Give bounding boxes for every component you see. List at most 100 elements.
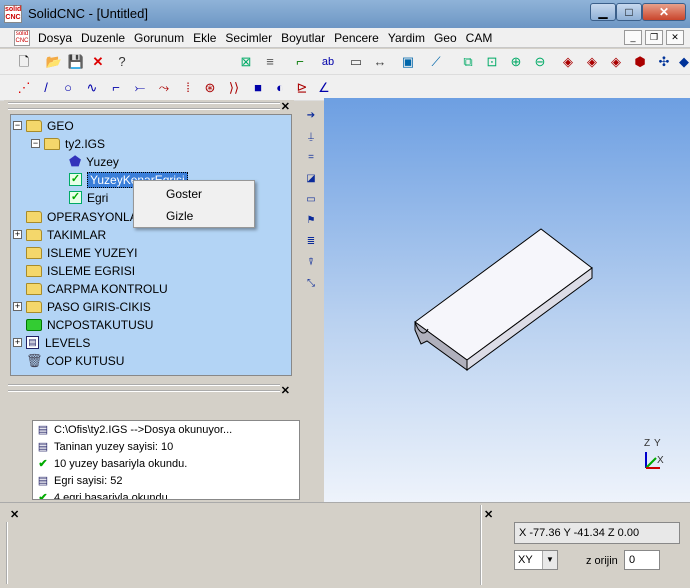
close-icon[interactable]: ✕ xyxy=(10,508,19,521)
panel-grip[interactable] xyxy=(8,384,280,392)
checkbox-icon[interactable]: ✓ xyxy=(69,173,82,186)
layers-icon[interactable]: ≡ xyxy=(260,52,280,72)
menu-pencere[interactable]: Pencere xyxy=(332,31,386,45)
flag-icon[interactable]: ⚑ xyxy=(300,210,322,231)
pocket-icon[interactable]: ◪ xyxy=(300,168,322,189)
mdi-restore-button[interactable]: ❐ xyxy=(645,30,663,45)
geometry-tree: − GEO − ty2.IGS ⬟ Yuzey ✓ YuzeyKenarEgri… xyxy=(10,114,292,376)
view-top-icon[interactable]: ◈ xyxy=(582,52,602,72)
tree-node-ncposta[interactable]: NCPOSTAKUTUSU xyxy=(26,316,153,333)
spline-icon[interactable]: ∿ xyxy=(82,78,102,98)
log-text: Taninan yuzey sayisi: 10 xyxy=(54,440,174,453)
tree-node-isleme-yuzeyi[interactable]: ISLEME YUZEYI xyxy=(26,244,137,261)
mdi-minimize-button[interactable]: _ xyxy=(624,30,642,45)
zoom-fit-icon[interactable]: ⧉ xyxy=(458,52,478,72)
view-front-icon[interactable]: ◈ xyxy=(558,52,578,72)
help-icon[interactable]: ? xyxy=(112,52,132,72)
zoom-out-icon[interactable]: ⊖ xyxy=(530,52,550,72)
view-side-icon[interactable]: ◈ xyxy=(606,52,626,72)
tree-node-levels[interactable]: + ▤ LEVELS xyxy=(13,334,90,351)
tree-node-geo[interactable]: − GEO xyxy=(13,117,74,134)
collapse-icon[interactable]: − xyxy=(31,139,40,148)
menu-duzenle[interactable]: Duzenle xyxy=(79,31,132,45)
folder-icon xyxy=(44,137,60,150)
image-icon[interactable]: ▣ xyxy=(398,52,418,72)
lines-icon[interactable]: ≣ xyxy=(300,231,322,252)
expand-icon[interactable]: + xyxy=(13,230,22,239)
menu-geo[interactable]: Geo xyxy=(432,31,464,45)
panel-grip[interactable] xyxy=(8,102,280,110)
circle-icon[interactable]: ○ xyxy=(58,78,78,98)
rotate-icon[interactable]: ⊛ xyxy=(200,78,220,98)
menu-cam[interactable]: CAM xyxy=(464,31,500,45)
context-menu-show[interactable]: Goster xyxy=(166,187,202,201)
checkbox-icon[interactable]: ✓ xyxy=(69,191,82,204)
view-iso-icon[interactable]: ⬢ xyxy=(630,52,650,72)
text-icon[interactable]: ab xyxy=(318,52,338,72)
collapse-icon[interactable]: − xyxy=(13,121,22,130)
3d-viewport[interactable] xyxy=(324,98,690,502)
save-icon[interactable]: 💾 xyxy=(66,52,86,72)
solid-icon[interactable]: ■ xyxy=(248,78,268,98)
layers-icon: ▤ xyxy=(26,336,39,349)
expand-icon[interactable]: + xyxy=(13,302,22,311)
line-icon[interactable]: / xyxy=(36,78,56,98)
break-icon[interactable]: ⁞ xyxy=(178,78,198,98)
close-icon[interactable]: ✕ xyxy=(281,384,290,397)
menu-ekle[interactable]: Ekle xyxy=(191,31,223,45)
fillet-icon[interactable]: ⌐ xyxy=(106,78,126,98)
equals-icon[interactable]: = xyxy=(300,147,322,168)
tree-node-paso[interactable]: + PASO GIRIS-CIKIS xyxy=(13,298,151,315)
tree-node-cop[interactable]: 🗑 COP KUTUSU xyxy=(26,352,124,369)
zoom-in-icon[interactable]: ⊕ xyxy=(506,52,526,72)
zoom-extents-icon[interactable]: ✣ xyxy=(654,52,674,72)
axis-icon[interactable]: ⌐ xyxy=(290,52,310,72)
tree-label: Yuzey xyxy=(86,154,119,169)
chevron-down-icon[interactable]: ▼ xyxy=(542,551,557,569)
context-menu-hide[interactable]: Gizle xyxy=(166,209,193,223)
drill-icon[interactable]: ⍊ xyxy=(300,126,322,147)
tree-node-carpma[interactable]: CARPMA KONTROLU xyxy=(26,280,168,297)
link-icon[interactable]: ⟋ xyxy=(426,52,446,72)
delete-icon[interactable]: ✕ xyxy=(88,52,108,72)
tree-node-file[interactable]: − ty2.IGS xyxy=(31,135,105,152)
open-folder-icon[interactable]: 📂 xyxy=(44,52,64,72)
zoom-window-icon[interactable]: ⊡ xyxy=(482,52,502,72)
close-icon[interactable]: ✕ xyxy=(484,508,493,521)
maximize-button[interactable]: □ xyxy=(616,3,642,21)
menu-boyutlar[interactable]: Boyutlar xyxy=(279,31,332,45)
menu-secimler[interactable]: Secimler xyxy=(223,31,279,45)
arrow-right-icon[interactable]: ➔ xyxy=(300,105,322,126)
select-window-icon[interactable]: ⊠ xyxy=(236,52,256,72)
tree-node-egri[interactable]: ✓ Egri xyxy=(69,189,108,206)
chamfer-icon[interactable]: ⊵ xyxy=(292,78,312,98)
tree-node-takimlar[interactable]: + TAKIMLAR xyxy=(13,226,106,243)
z-origin-input[interactable]: 0 xyxy=(624,550,660,570)
tree-node-operasyonlar[interactable]: OPERASYONLAR xyxy=(26,208,146,225)
menu-dosya[interactable]: Dosya xyxy=(36,31,79,45)
offset-icon[interactable]: ⤳ xyxy=(154,78,174,98)
expand-icon[interactable]: + xyxy=(13,338,22,347)
close-icon[interactable]: ✕ xyxy=(281,100,290,113)
ruler-icon[interactable]: ▭ xyxy=(346,52,366,72)
tool-icon[interactable]: ⍒ xyxy=(300,252,322,273)
minimize-button[interactable]: ▁ xyxy=(590,3,616,21)
points-icon[interactable]: ⋰ xyxy=(14,78,34,98)
mirror-icon[interactable]: ⟩⟩ xyxy=(224,78,244,98)
rectangle-icon[interactable]: ▭ xyxy=(300,189,322,210)
mdi-close-button[interactable]: ✕ xyxy=(666,30,684,45)
new-file-icon[interactable]: 🗋 xyxy=(14,52,34,72)
menu-yardim[interactable]: Yardim xyxy=(386,31,432,45)
trim-icon[interactable]: ⤚ xyxy=(130,78,150,98)
tree-node-yuzey[interactable]: ⬟ Yuzey xyxy=(69,153,119,170)
axis-small-icon[interactable]: ⤡ xyxy=(300,273,322,294)
splitter[interactable] xyxy=(480,505,482,585)
sphere-icon[interactable]: ◐ xyxy=(270,78,290,98)
angle-icon[interactable]: ∠ xyxy=(314,78,334,98)
dimension-icon[interactable]: ↔ xyxy=(370,52,390,72)
close-button[interactable]: ✕ xyxy=(642,3,686,21)
view-bottom-icon[interactable]: ◆ xyxy=(674,52,690,72)
tree-node-isleme-egrisi[interactable]: ISLEME EGRISI xyxy=(26,262,135,279)
document-icon[interactable]: solid CNC xyxy=(14,30,30,46)
menu-gorunum[interactable]: Gorunum xyxy=(132,31,191,45)
